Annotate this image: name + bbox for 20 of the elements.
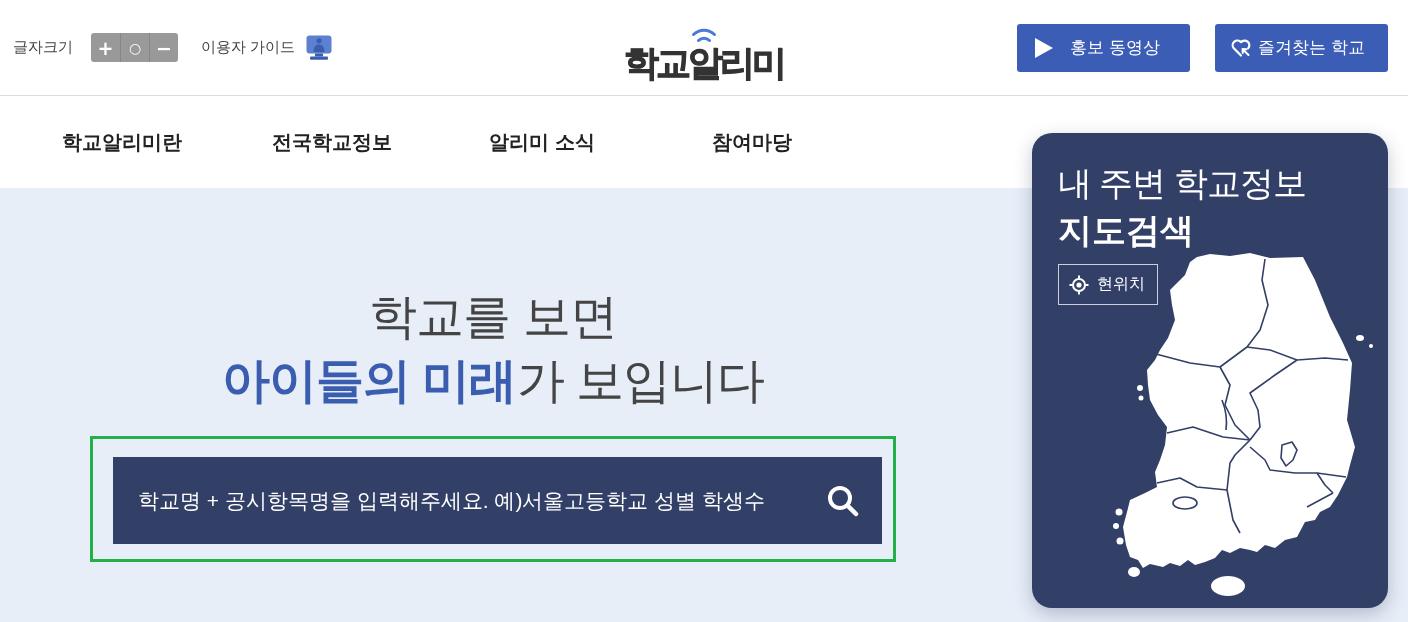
user-guide-link[interactable]: 이용자 가이드 bbox=[201, 35, 333, 60]
nav-item[interactable]: 알리미 소식 bbox=[437, 128, 647, 156]
headline: 학교를 보면 아이들의 미래가 보입니다 bbox=[222, 289, 764, 409]
crosshair-icon bbox=[1069, 274, 1089, 295]
video-button[interactable]: 홍보 동영상 bbox=[1017, 23, 1190, 72]
search-icon bbox=[827, 485, 859, 517]
favorites-button[interactable]: 즐겨찾는 학교 bbox=[1215, 23, 1388, 72]
font-size-label: 글자크기 bbox=[13, 38, 73, 57]
logo-text[interactable]: 학교알리미 bbox=[624, 45, 784, 80]
search-field[interactable]: 학교명 + 공시항목명을 입력해주세요. 예)서울고등학교 성별 학생수 bbox=[113, 457, 882, 544]
nav-item[interactable]: 전국학교정보 bbox=[227, 128, 437, 156]
heart-icon bbox=[1231, 38, 1251, 57]
card-subtitle: 지도검색 bbox=[1058, 210, 1195, 251]
search-button[interactable] bbox=[827, 485, 859, 517]
nav-item[interactable]: 참여마당 bbox=[647, 128, 857, 156]
play-icon bbox=[1035, 37, 1053, 58]
nav-item[interactable]: 학교알리미란 bbox=[17, 128, 227, 156]
monitor-icon bbox=[306, 35, 333, 60]
card-title: 내 주변 학교정보 bbox=[1058, 163, 1307, 204]
current-location-button[interactable]: 현위치 bbox=[1058, 264, 1158, 305]
